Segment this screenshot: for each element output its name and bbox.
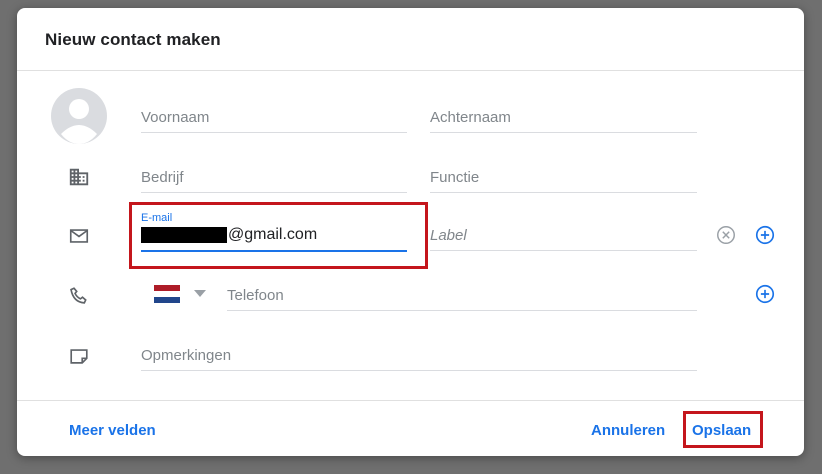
first-name-field[interactable]: Voornaam (141, 96, 407, 133)
note-icon (70, 349, 88, 364)
last-name-field[interactable]: Achternaam (430, 96, 697, 133)
building-icon (69, 168, 89, 186)
dialog-title: Nieuw contact maken (45, 30, 221, 49)
notes-placeholder: Opmerkingen (141, 347, 232, 364)
phone-icon (70, 287, 87, 304)
first-name-placeholder: Voornaam (141, 109, 210, 126)
add-phone-icon[interactable] (754, 283, 776, 305)
job-title-field[interactable]: Functie (430, 156, 697, 193)
phone-field[interactable]: Telefoon (227, 274, 697, 311)
create-contact-dialog: Nieuw contact maken Voornaam Achternaam … (17, 8, 804, 456)
more-fields-button[interactable]: Meer velden (69, 422, 156, 439)
footer-divider (17, 400, 804, 401)
chevron-down-icon[interactable] (194, 290, 206, 297)
cancel-button[interactable]: Annuleren (591, 422, 665, 439)
phone-placeholder: Telefoon (227, 287, 284, 304)
email-label-placeholder: Label (430, 227, 467, 244)
add-email-icon[interactable] (754, 224, 776, 246)
header-divider (17, 70, 804, 71)
last-name-placeholder: Achternaam (430, 109, 511, 126)
country-flag-nl[interactable] (154, 285, 180, 303)
avatar-icon[interactable] (51, 88, 107, 144)
job-title-placeholder: Functie (430, 169, 480, 186)
mail-icon (69, 229, 89, 243)
clear-circle-icon[interactable] (715, 224, 737, 246)
save-highlight-box (683, 411, 763, 448)
company-field[interactable]: Bedrijf (141, 156, 407, 193)
email-label-field[interactable]: Label (430, 214, 697, 251)
notes-field[interactable]: Opmerkingen (141, 334, 697, 371)
email-highlight-box (129, 202, 428, 269)
company-placeholder: Bedrijf (141, 169, 184, 186)
